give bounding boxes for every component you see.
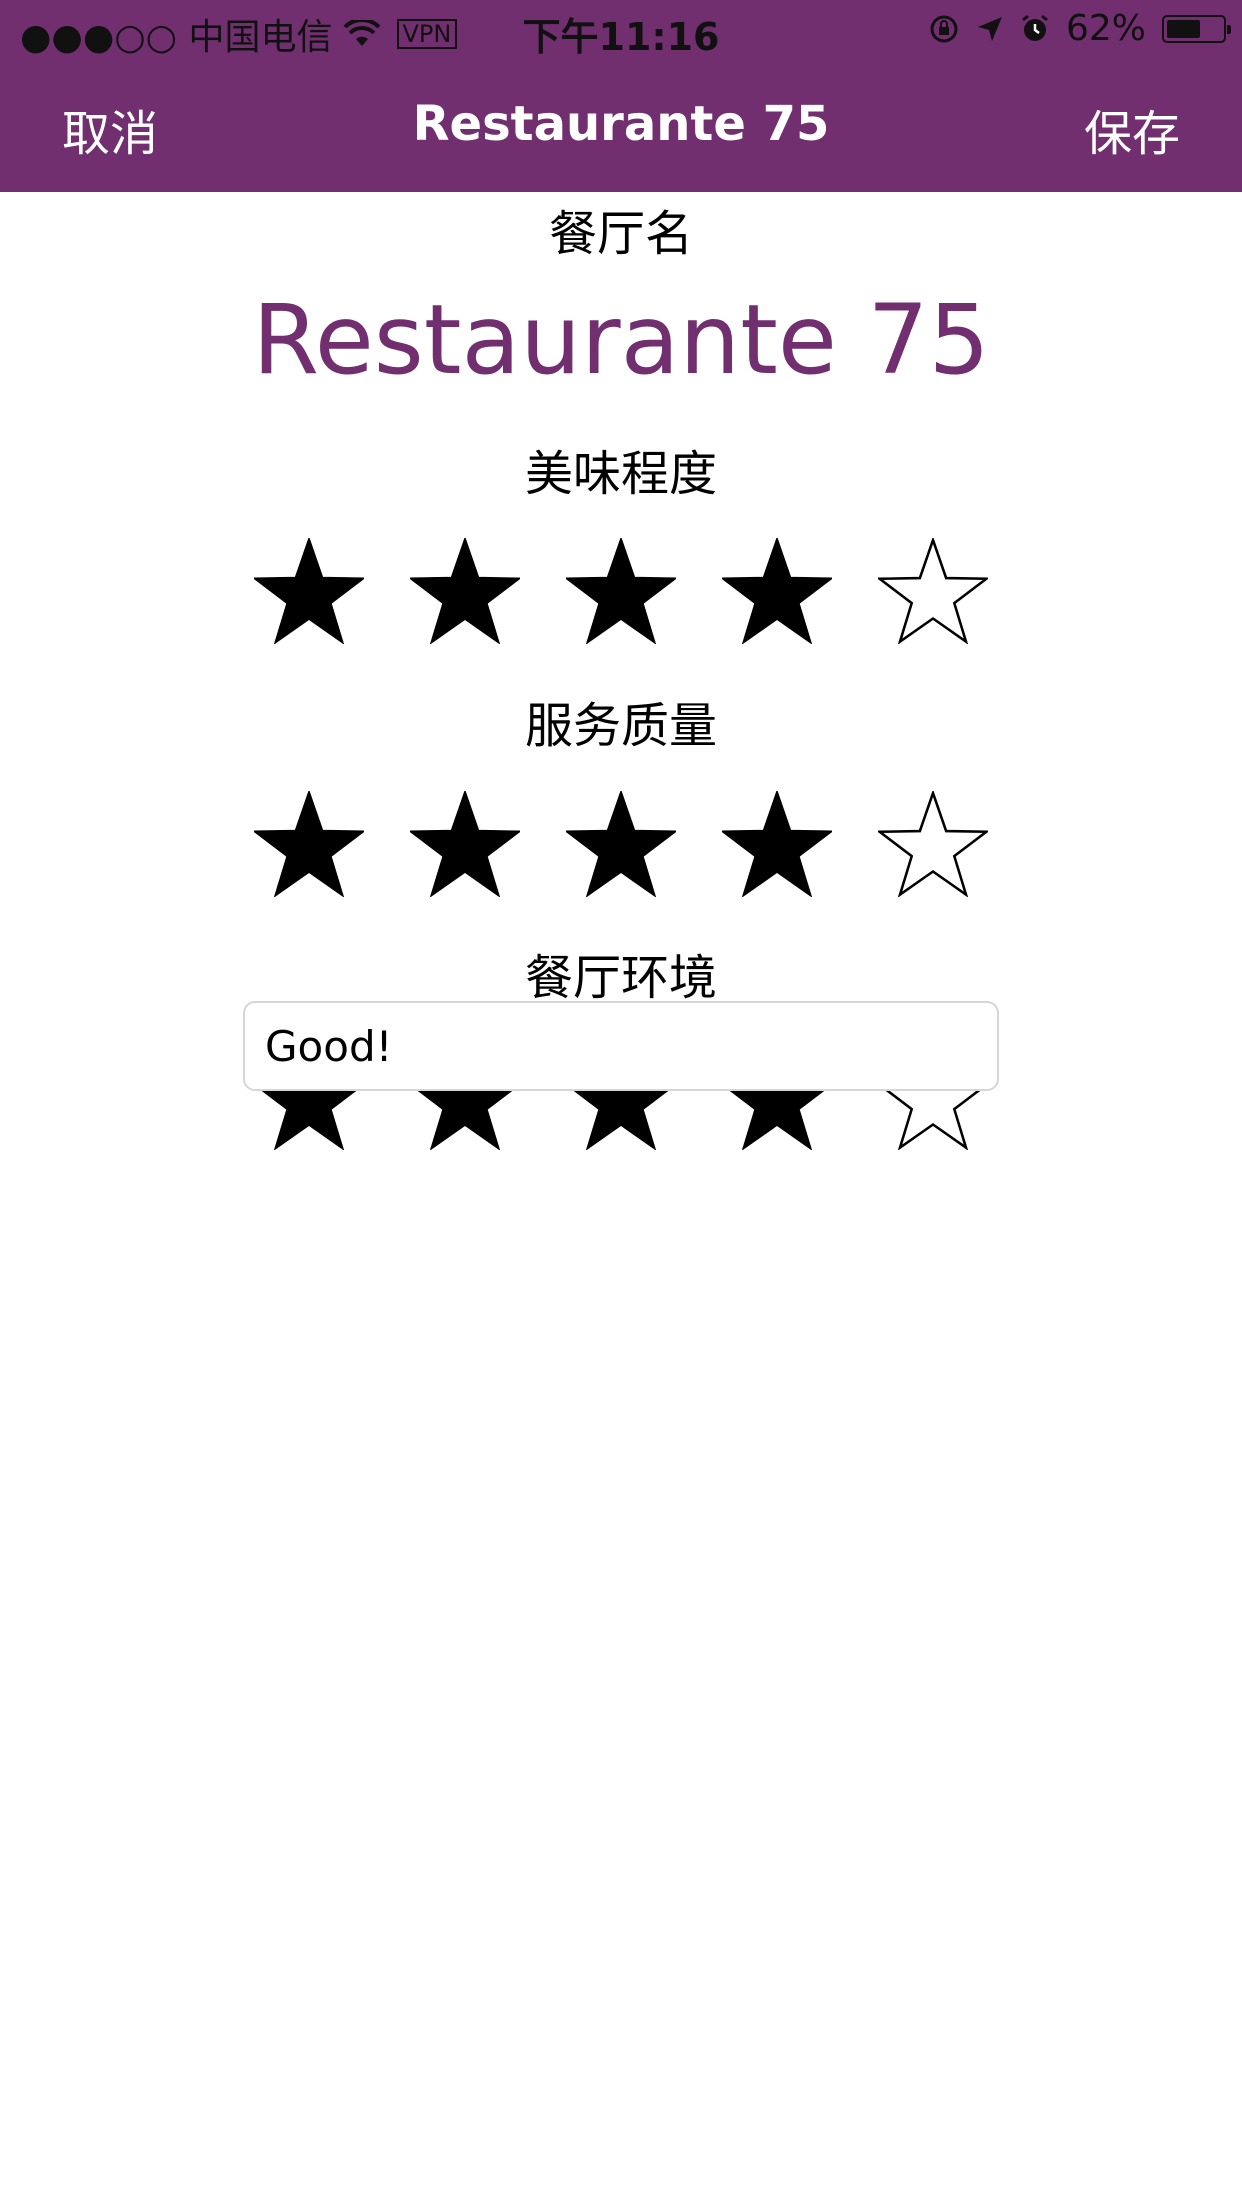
service-rating — [244, 780, 998, 908]
header: ●●●○○ 中国电信 VPN 下午11:16 62% 取消 Restaurant… — [0, 0, 1242, 192]
taste-rating-label: 美味程度 — [524, 446, 717, 502]
battery-percent: 62% — [1065, 8, 1146, 49]
star-filled-icon[interactable] — [400, 780, 530, 908]
star-empty-icon[interactable] — [868, 780, 998, 908]
star-filled-icon[interactable] — [556, 527, 686, 655]
save-button[interactable]: 保存 — [1084, 94, 1180, 164]
rotation-lock-icon — [928, 13, 960, 45]
taste-rating — [244, 527, 998, 655]
status-right: 62% — [928, 8, 1231, 49]
battery-level — [1167, 19, 1200, 38]
star-filled-icon[interactable] — [712, 527, 842, 655]
restaurant-name: Restaurante 75 — [252, 284, 990, 396]
battery-icon — [1162, 14, 1231, 43]
location-arrow-icon — [976, 15, 1004, 43]
star-filled-icon[interactable] — [712, 780, 842, 908]
nav-title: Restaurante 75 — [412, 96, 830, 152]
ambience-rating-label: 餐厅环境 — [524, 950, 717, 1006]
star-filled-icon[interactable] — [244, 527, 374, 655]
star-filled-icon[interactable] — [244, 780, 374, 908]
alarm-icon — [1020, 14, 1050, 44]
status-bar: ●●●○○ 中国电信 VPN 下午11:16 62% — [0, 0, 1242, 64]
comment-input[interactable] — [243, 1001, 999, 1091]
star-empty-icon[interactable] — [868, 527, 998, 655]
navigation-bar: 取消 Restaurante 75 保存 — [0, 64, 1242, 192]
star-filled-icon[interactable] — [400, 527, 530, 655]
star-filled-icon[interactable] — [556, 780, 686, 908]
restaurant-name-label: 餐厅名 — [548, 206, 693, 262]
service-rating-label: 服务质量 — [524, 698, 717, 754]
